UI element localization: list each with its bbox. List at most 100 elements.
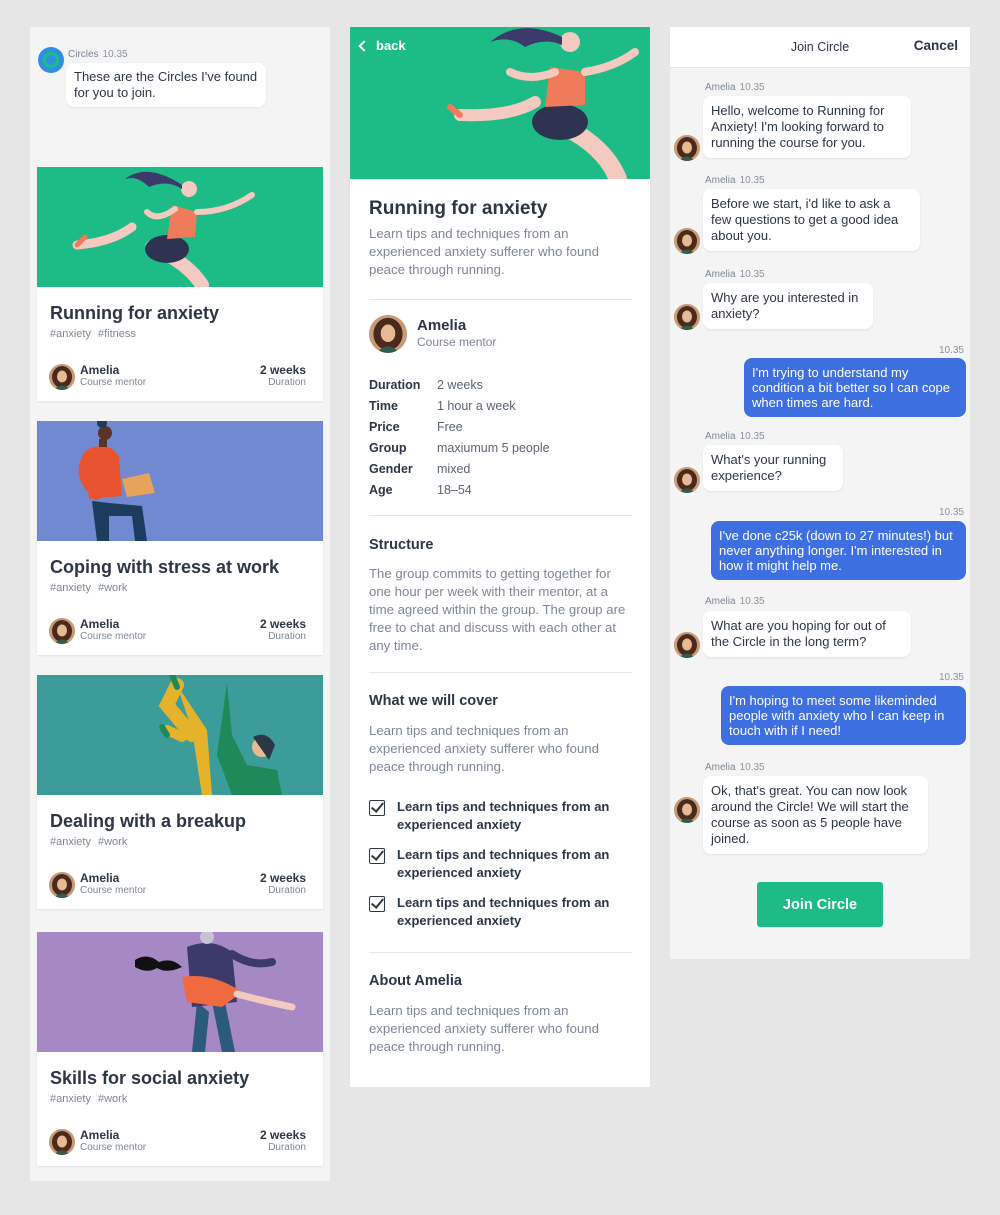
- circle-card-stress[interactable]: Coping with stress at work #anxiety #work…: [37, 421, 323, 655]
- bot-message: These are the Circles I've found for you…: [66, 63, 266, 107]
- fact-row: Duration 2 weeks: [369, 375, 550, 396]
- incoming-message: Ok, that's great. You can now look aroun…: [703, 776, 928, 854]
- message-time: 10.35: [739, 431, 765, 442]
- fact-key: Price: [369, 420, 400, 434]
- card-tags: #anxiety #work: [50, 1093, 134, 1105]
- fact-row: Gender mixed: [369, 459, 550, 480]
- duration-label: Duration: [268, 1142, 306, 1153]
- structure-heading: Structure: [369, 537, 434, 553]
- tag[interactable]: #anxiety: [50, 328, 91, 340]
- fact-value: mixed: [437, 462, 471, 476]
- cover-item: Learn tips and techniques from an experi…: [369, 846, 617, 882]
- duration-value: 2 weeks: [259, 1128, 306, 1142]
- structure-text: The group commits to getting together fo…: [369, 566, 626, 653]
- mentor-avatar: [674, 797, 700, 823]
- fact-key: Age: [369, 483, 393, 497]
- card-title: Coping with stress at work: [50, 557, 280, 577]
- checkbox-checked-icon: [369, 848, 385, 864]
- tag[interactable]: #anxiety: [50, 1093, 91, 1105]
- message-time: 10.35: [739, 269, 765, 280]
- tag[interactable]: #work: [98, 836, 127, 848]
- back-label: back: [376, 38, 406, 53]
- divider: [369, 672, 632, 673]
- cancel-button[interactable]: Cancel: [914, 38, 958, 53]
- card-tags: #anxiety #work: [50, 582, 134, 594]
- duration-label: Duration: [268, 377, 306, 388]
- checkbox-checked-icon: [369, 896, 385, 912]
- circle-detail-panel: back Running for anxiety Learn tips and …: [350, 27, 650, 1087]
- mentor-avatar: [674, 135, 700, 161]
- message-time: 10.35: [938, 672, 964, 683]
- about-text: Learn tips and techniques from an experi…: [369, 1003, 599, 1054]
- card-illustration: [37, 675, 323, 795]
- fact-value: 1 hour a week: [437, 399, 516, 413]
- sender-name: Amelia: [705, 269, 736, 280]
- message-time: 10.35: [739, 175, 765, 186]
- circle-card-running[interactable]: Running for anxiety #anxiety #fitness Ame…: [37, 167, 323, 401]
- tag[interactable]: #anxiety: [50, 836, 91, 848]
- fact-key: Gender: [369, 462, 413, 476]
- card-tags: #anxiety #work: [50, 836, 134, 848]
- mentor-role: Course mentor: [80, 1142, 147, 1153]
- back-button[interactable]: back: [358, 38, 406, 53]
- mentor-role: Course mentor: [80, 377, 147, 388]
- fact-key: Duration: [369, 378, 421, 392]
- bot-time: 10.35: [102, 49, 128, 60]
- sender-name: Amelia: [705, 596, 736, 607]
- incoming-message: What's your running experience?: [703, 445, 843, 491]
- message-meta: Amelia 10.35: [705, 175, 765, 186]
- card-tags: #anxiety #fitness: [50, 328, 143, 340]
- divider: [369, 515, 632, 516]
- incoming-message: What are you hoping for out of the Circl…: [703, 611, 911, 657]
- course-facts: Duration 2 weeks Time 1 hour a week Price F…: [369, 375, 550, 501]
- tag[interactable]: #fitness: [98, 328, 136, 340]
- mentor-name: Amelia: [80, 617, 120, 631]
- tag[interactable]: #work: [98, 582, 127, 594]
- circle-card-breakup[interactable]: Dealing with a breakup #anxiety #work Ame…: [37, 675, 323, 909]
- cover-item-text: Learn tips and techniques from an experi…: [397, 799, 610, 832]
- message-meta: Amelia 10.35: [705, 596, 765, 607]
- mentor-name: Amelia: [80, 363, 120, 377]
- fact-key: Group: [369, 441, 407, 455]
- cover-item: Learn tips and techniques from an experi…: [369, 798, 617, 834]
- incoming-message: Before we start, i'd like to ask a few q…: [703, 189, 920, 251]
- cover-heading: What we will cover: [369, 693, 498, 709]
- circle-card-social[interactable]: Skills for social anxiety #anxiety #work …: [37, 932, 323, 1166]
- card-illustration: [37, 421, 323, 541]
- fact-value: 18–54: [437, 483, 472, 497]
- fact-value: 2 weeks: [437, 378, 483, 392]
- tag[interactable]: #anxiety: [50, 582, 91, 594]
- mentor-avatar: [49, 872, 75, 898]
- chat-topbar: Join Circle Cancel: [670, 27, 970, 68]
- course-intro: Learn tips and techniques from an experi…: [369, 226, 599, 277]
- card-illustration: [37, 932, 323, 1052]
- sender-name: Amelia: [705, 762, 736, 773]
- card-illustration: [37, 167, 323, 287]
- cover-item: Learn tips and techniques from an experi…: [369, 894, 617, 930]
- course-title: Running for anxiety: [369, 198, 548, 219]
- checkbox-checked-icon: [369, 800, 385, 816]
- message-time: 10.35: [739, 596, 765, 607]
- incoming-message: Hello, welcome to Running for Anxiety! I…: [703, 96, 911, 158]
- fact-key: Time: [369, 399, 398, 413]
- message-time: 10.35: [938, 345, 964, 356]
- duration-value: 2 weeks: [259, 617, 306, 631]
- message-time: 10.35: [739, 82, 765, 93]
- tag[interactable]: #work: [98, 1093, 127, 1105]
- cover-item-text: Learn tips and techniques from an experi…: [397, 895, 610, 928]
- message-meta: Amelia 10.35: [705, 82, 765, 93]
- message-time: 10.35: [938, 507, 964, 518]
- about-heading: About Amelia: [369, 973, 462, 989]
- duration-label: Duration: [268, 631, 306, 642]
- mentor-avatar: [674, 467, 700, 493]
- mentor-avatar[interactable]: [369, 315, 407, 353]
- divider: [369, 299, 632, 300]
- bot-name: Circles: [68, 49, 99, 60]
- sender-name: Amelia: [705, 82, 736, 93]
- fact-row: Age 18–54: [369, 480, 550, 501]
- bot-meta: Circles 10.35: [68, 49, 128, 60]
- join-circle-button[interactable]: Join Circle: [757, 882, 883, 927]
- message-meta: Amelia 10.35: [705, 762, 765, 773]
- fact-value: maxiumum 5 people: [437, 441, 550, 455]
- card-title: Running for anxiety: [50, 303, 220, 323]
